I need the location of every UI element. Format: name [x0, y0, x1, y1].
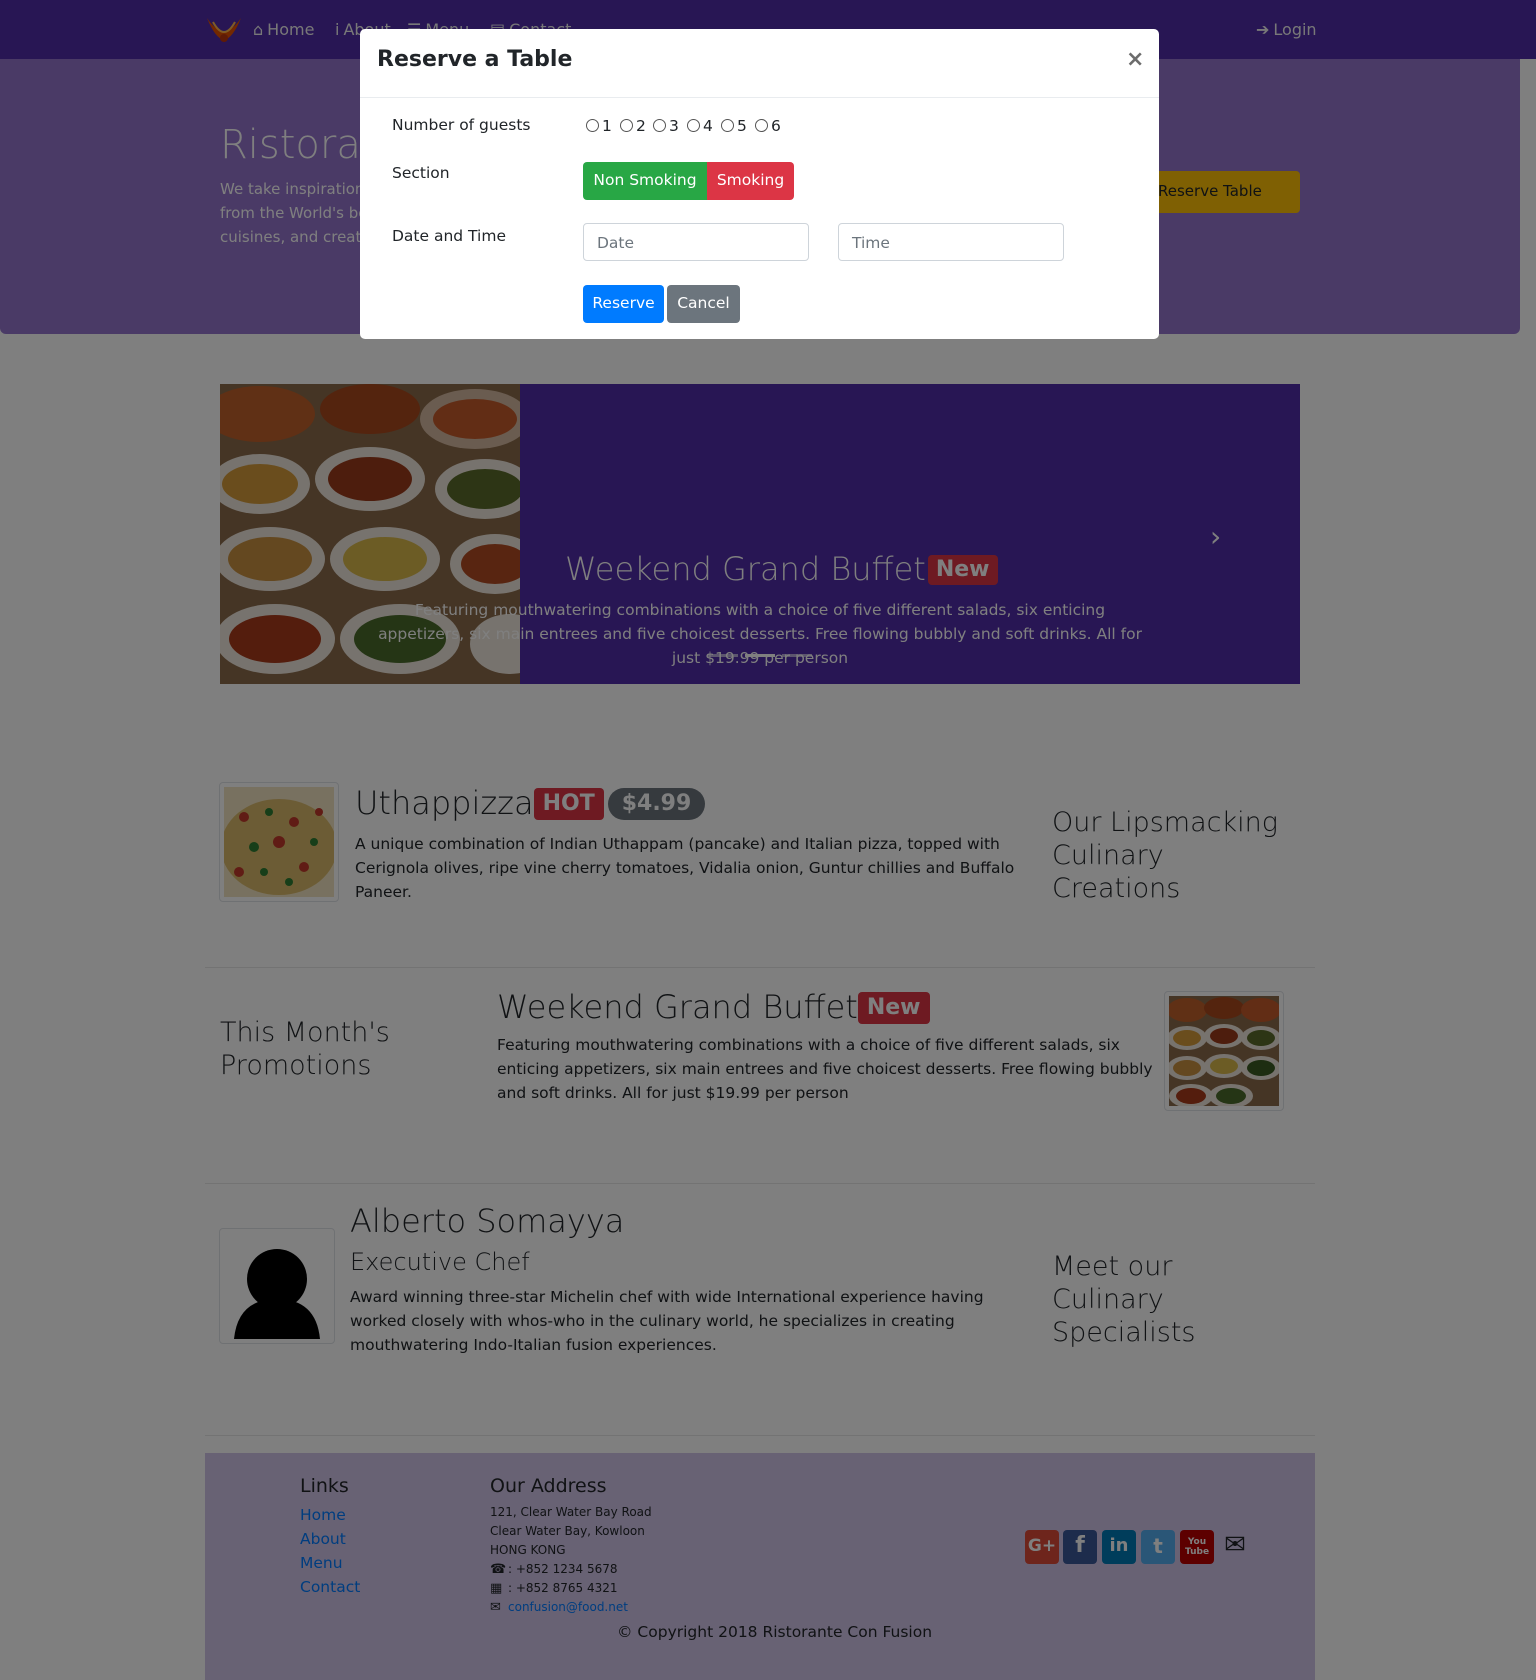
- non-smoking-button[interactable]: Non Smoking: [583, 162, 707, 200]
- guests-radio-6[interactable]: 6: [755, 117, 781, 135]
- date-input[interactable]: Date: [583, 223, 809, 261]
- guests-radio-2[interactable]: 2: [620, 117, 646, 135]
- guests-label: Number of guests: [392, 116, 531, 134]
- guests-radio-4[interactable]: 4: [687, 117, 713, 135]
- section-label: Section: [392, 164, 450, 182]
- modal-title: Reserve a Table: [377, 47, 573, 72]
- smoking-button[interactable]: Smoking: [707, 162, 794, 200]
- reserve-button[interactable]: Reserve: [583, 285, 664, 323]
- guests-radio-5[interactable]: 5: [721, 117, 747, 135]
- datetime-label: Date and Time: [392, 227, 506, 245]
- guests-radio-1[interactable]: 1: [586, 117, 612, 135]
- reserve-modal: Reserve a Table × Number of guests 1 2 3…: [360, 29, 1159, 339]
- cancel-button[interactable]: Cancel: [667, 285, 740, 323]
- guests-radio-3[interactable]: 3: [653, 117, 679, 135]
- time-input[interactable]: Time: [838, 223, 1064, 261]
- modal-header: Reserve a Table ×: [360, 29, 1159, 98]
- close-icon[interactable]: ×: [1126, 47, 1144, 72]
